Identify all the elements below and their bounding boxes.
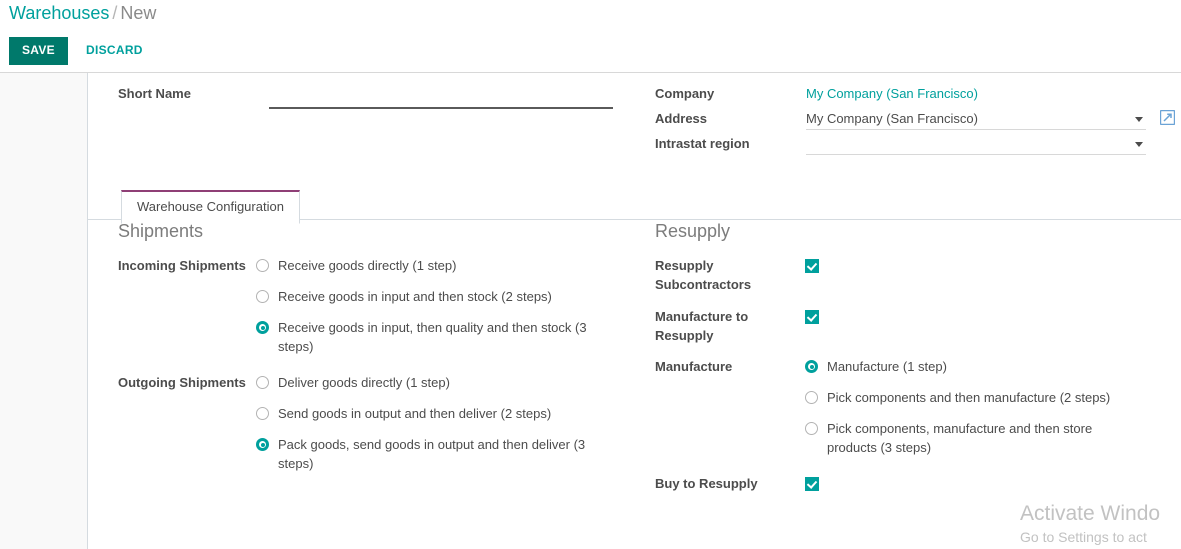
radio-outgoing-1-step[interactable]: Deliver goods directly (1 step) bbox=[256, 373, 645, 392]
radio-label: Send goods in output and then deliver (2… bbox=[278, 406, 552, 421]
notebook: Warehouse Configuration bbox=[88, 186, 1181, 224]
radio-outgoing-2-steps[interactable]: Send goods in output and then deliver (2… bbox=[256, 404, 645, 423]
incoming-shipments-label: Incoming Shipments bbox=[118, 258, 246, 273]
chevron-down-icon[interactable] bbox=[1135, 117, 1143, 122]
intrastat-region-label: Intrastat region bbox=[655, 136, 750, 151]
resupply-subcontractors-checkbox[interactable] bbox=[805, 259, 819, 273]
field-intrastat-region: Intrastat region bbox=[655, 131, 1175, 156]
radio-mark-icon[interactable] bbox=[256, 376, 269, 389]
short-name-input[interactable] bbox=[269, 88, 613, 109]
chevron-down-icon[interactable] bbox=[1135, 142, 1143, 147]
radio-mark-icon[interactable] bbox=[805, 391, 818, 404]
radio-incoming-2-steps[interactable]: Receive goods in input and then stock (2… bbox=[256, 287, 645, 306]
field-outgoing-shipments: Outgoing Shipments Deliver goods directl… bbox=[118, 373, 645, 473]
address-label: Address bbox=[655, 111, 708, 126]
resupply-subcontractors-label: Resupply Subcontractors bbox=[655, 258, 752, 292]
field-manufacture-to-resupply: Manufacture to Resupply bbox=[655, 307, 1175, 345]
radio-mark-icon[interactable] bbox=[256, 321, 269, 334]
short-name-label: Short Name bbox=[118, 86, 191, 101]
manufacture-radio-group: Manufacture (1 step) Pick components and… bbox=[805, 357, 1175, 457]
radio-label: Pack goods, send goods in output and the… bbox=[278, 437, 586, 471]
radio-label: Pick components, manufacture and then st… bbox=[827, 421, 1093, 455]
radio-outgoing-3-steps[interactable]: Pack goods, send goods in output and the… bbox=[256, 435, 645, 473]
radio-label: Receive goods in input and then stock (2… bbox=[278, 289, 552, 304]
save-button[interactable]: SAVE bbox=[9, 36, 68, 65]
radio-label: Deliver goods directly (1 step) bbox=[278, 375, 450, 390]
form-sheet: Short Name Company My Company (San Franc… bbox=[87, 73, 1181, 549]
radio-label: Receive goods in input, then quality and… bbox=[278, 320, 587, 354]
header-left-column: Short Name bbox=[118, 81, 645, 109]
group-resupply: Resupply Resupply Subcontractors Manufac… bbox=[655, 220, 1175, 504]
company-label: Company bbox=[655, 86, 715, 101]
field-resupply-subcontractors: Resupply Subcontractors bbox=[655, 256, 1175, 294]
incoming-shipments-radio-group: Receive goods directly (1 step) Receive … bbox=[256, 256, 645, 356]
manufacture-label: Manufacture bbox=[655, 359, 733, 374]
page-body: Short Name Company My Company (San Franc… bbox=[0, 72, 1181, 549]
radio-manufacture-3-steps[interactable]: Pick components, manufacture and then st… bbox=[805, 419, 1175, 457]
radio-mark-icon[interactable] bbox=[805, 360, 818, 373]
radio-label: Pick components and then manufacture (2 … bbox=[827, 390, 1111, 405]
address-value: My Company (San Francisco) bbox=[806, 111, 978, 126]
field-short-name: Short Name bbox=[118, 81, 645, 109]
field-manufacture: Manufacture Manufacture (1 step) Pick co… bbox=[655, 357, 1175, 457]
buy-to-resupply-label: Buy to Resupply bbox=[655, 476, 758, 491]
radio-mark-icon[interactable] bbox=[256, 407, 269, 420]
breadcrumb-current-new: New bbox=[120, 3, 157, 23]
header-right-column: Company My Company (San Francisco) Addre… bbox=[655, 81, 1176, 156]
radio-mark-icon[interactable] bbox=[256, 438, 269, 451]
tab-bar: Warehouse Configuration bbox=[88, 186, 1181, 224]
header-field-group: Short Name Company My Company (San Franc… bbox=[88, 73, 1181, 183]
address-dropdown[interactable]: My Company (San Francisco) bbox=[806, 109, 1146, 130]
tab-warehouse-configuration[interactable]: Warehouse Configuration bbox=[121, 190, 300, 224]
radio-manufacture-2-steps[interactable]: Pick components and then manufacture (2 … bbox=[805, 388, 1175, 407]
radio-label: Manufacture (1 step) bbox=[827, 359, 947, 374]
field-company: Company My Company (San Francisco) bbox=[655, 81, 1175, 106]
manufacture-to-resupply-checkbox[interactable] bbox=[805, 310, 819, 324]
control-panel: Warehouses / New SAVE DISCARD bbox=[0, 0, 1181, 72]
outgoing-shipments-label: Outgoing Shipments bbox=[118, 375, 246, 390]
external-link-icon[interactable] bbox=[1159, 109, 1176, 130]
discard-button[interactable]: DISCARD bbox=[82, 36, 147, 65]
breadcrumb-separator: / bbox=[112, 3, 118, 23]
breadcrumb-link-warehouses[interactable]: Warehouses bbox=[9, 3, 109, 23]
manufacture-to-resupply-label: Manufacture to Resupply bbox=[655, 309, 749, 343]
radio-incoming-3-steps[interactable]: Receive goods in input, then quality and… bbox=[256, 318, 645, 356]
radio-label: Receive goods directly (1 step) bbox=[278, 258, 457, 273]
group-shipments: Shipments Incoming Shipments Receive goo… bbox=[118, 220, 645, 483]
radio-manufacture-1-step[interactable]: Manufacture (1 step) bbox=[805, 357, 1175, 376]
field-address: Address My Company (San Francisco) bbox=[655, 106, 1176, 131]
breadcrumb: Warehouses / New bbox=[9, 2, 156, 24]
field-incoming-shipments: Incoming Shipments Receive goods directl… bbox=[118, 256, 645, 356]
shipments-title: Shipments bbox=[118, 221, 204, 241]
radio-mark-icon[interactable] bbox=[256, 259, 269, 272]
radio-mark-icon[interactable] bbox=[805, 422, 818, 435]
field-buy-to-resupply: Buy to Resupply bbox=[655, 474, 1175, 494]
company-value-link[interactable]: My Company (San Francisco) bbox=[806, 86, 978, 101]
intrastat-region-dropdown[interactable] bbox=[806, 134, 1146, 155]
radio-incoming-1-step[interactable]: Receive goods directly (1 step) bbox=[256, 256, 645, 275]
radio-mark-icon[interactable] bbox=[256, 290, 269, 303]
resupply-title: Resupply bbox=[655, 221, 731, 241]
buy-to-resupply-checkbox[interactable] bbox=[805, 477, 819, 491]
outgoing-shipments-radio-group: Deliver goods directly (1 step) Send goo… bbox=[256, 373, 645, 473]
action-buttons: SAVE DISCARD bbox=[9, 36, 147, 65]
